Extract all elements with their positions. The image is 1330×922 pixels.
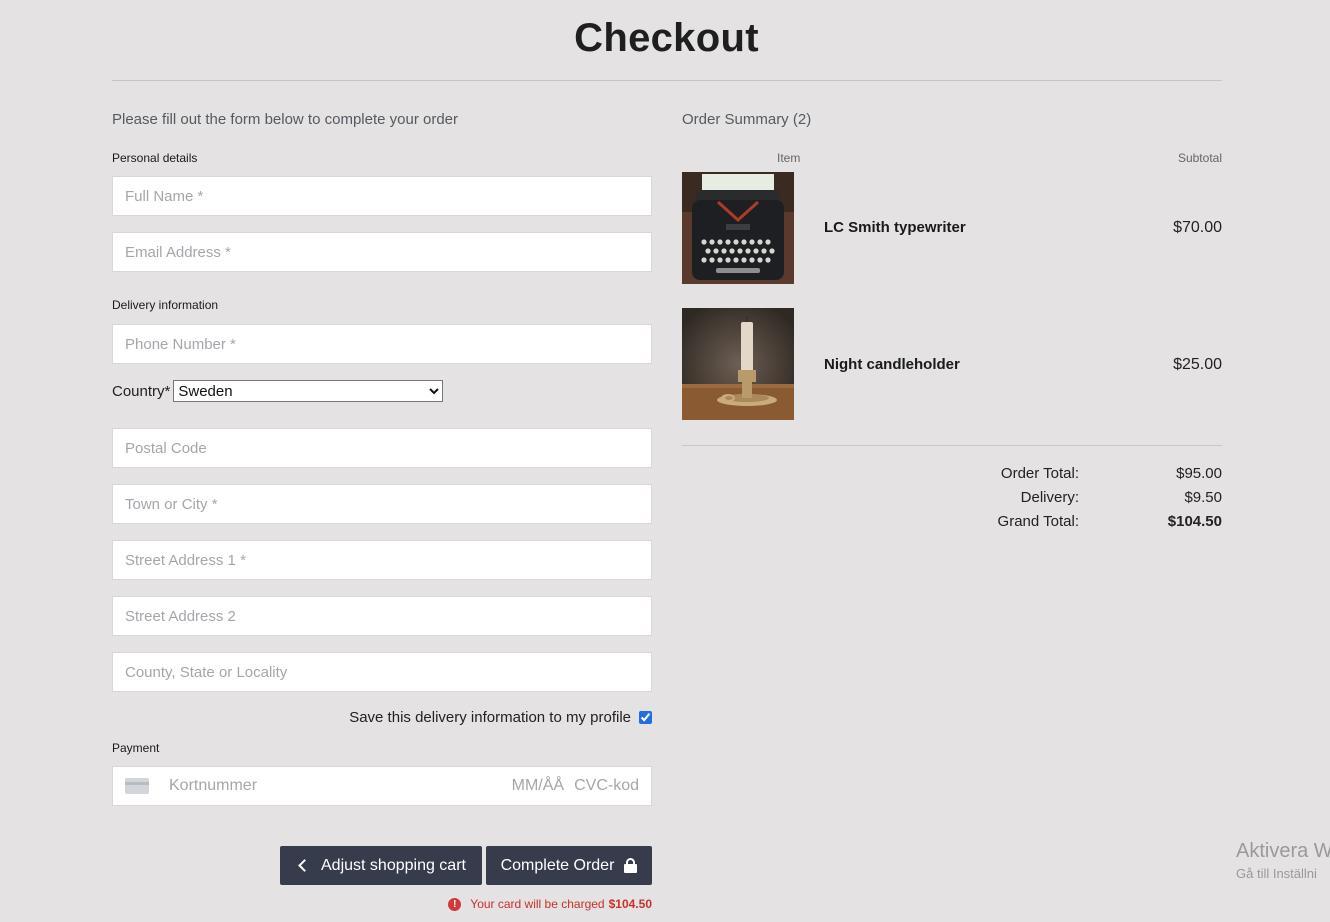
save-info-row: Save this delivery information to my pro… <box>112 709 652 726</box>
card-expiry-field[interactable]: MM/ÅÅ <box>512 777 564 795</box>
save-info-label: Save this delivery information to my pro… <box>349 709 631 726</box>
candleholder-product-image[interactable] <box>682 308 794 420</box>
form-intro: Please fill out the form below to comple… <box>112 111 459 128</box>
charge-text: Your card will be charged <box>470 897 605 911</box>
item-column-header: Item <box>777 151 801 165</box>
chevron-left-icon <box>298 859 311 872</box>
complete-order-button[interactable]: Complete Order <box>486 846 652 885</box>
personal-details-label: Personal details <box>112 151 198 165</box>
town-city-input[interactable] <box>112 484 652 524</box>
lock-icon <box>624 858 638 873</box>
street-address-1-input[interactable] <box>112 540 652 580</box>
delivery-value: $9.50 <box>1184 489 1222 506</box>
credit-card-icon <box>125 778 149 794</box>
order-total-label: Order Total: <box>1000 465 1079 482</box>
phone-input[interactable] <box>112 324 652 364</box>
item-price-typewriter: $70.00 <box>1173 219 1222 236</box>
country-row: Country* Sweden <box>112 380 444 402</box>
save-info-checkbox[interactable] <box>639 711 652 724</box>
country-label: Country* <box>112 382 171 400</box>
grand-total-label: Grand Total: <box>997 513 1079 530</box>
item-price-candleholder: $25.00 <box>1173 356 1222 373</box>
grand-total-value: $104.50 <box>1167 513 1222 530</box>
payment-label: Payment <box>112 741 160 755</box>
title-divider <box>112 80 1222 81</box>
delivery-label: Delivery: <box>1020 489 1079 506</box>
adjust-cart-label: Adjust shopping cart <box>321 856 466 874</box>
subtotal-column-header: Subtotal <box>1177 151 1222 165</box>
order-total-value: $95.00 <box>1176 465 1222 482</box>
item-name-candleholder: Night candleholder <box>824 356 960 373</box>
page-title: Checkout <box>574 16 759 60</box>
windows-activation-watermark-subtitle: Gå till Inställni <box>1236 866 1317 881</box>
full-name-input[interactable] <box>112 176 652 216</box>
card-element[interactable]: Kortnummer MM/ÅÅ CVC-kod <box>112 766 652 806</box>
email-input[interactable] <box>112 232 652 272</box>
windows-activation-watermark-title: Aktivera W <box>1236 840 1330 862</box>
postal-code-input[interactable] <box>112 428 652 468</box>
typewriter-product-image[interactable] <box>682 172 794 284</box>
order-summary-title: Order Summary (2) <box>682 111 812 128</box>
item-name-typewriter: LC Smith typewriter <box>824 219 966 236</box>
card-cvc-field[interactable]: CVC-kod <box>574 777 639 795</box>
complete-order-label: Complete Order <box>500 856 615 874</box>
county-input[interactable] <box>112 652 652 692</box>
delivery-information-label: Delivery information <box>112 298 219 312</box>
street-address-2-input[interactable] <box>112 596 652 636</box>
exclamation-circle-icon: ! <box>448 897 462 911</box>
adjust-cart-button[interactable]: Adjust shopping cart <box>280 846 482 885</box>
card-number-field[interactable]: Kortnummer <box>169 777 512 795</box>
charge-amount: $104.50 <box>608 897 652 911</box>
charge-notice: ! Your card will be charged $104.50 <box>448 897 652 911</box>
country-select[interactable]: Sweden <box>173 380 444 402</box>
summary-divider <box>682 445 1222 446</box>
